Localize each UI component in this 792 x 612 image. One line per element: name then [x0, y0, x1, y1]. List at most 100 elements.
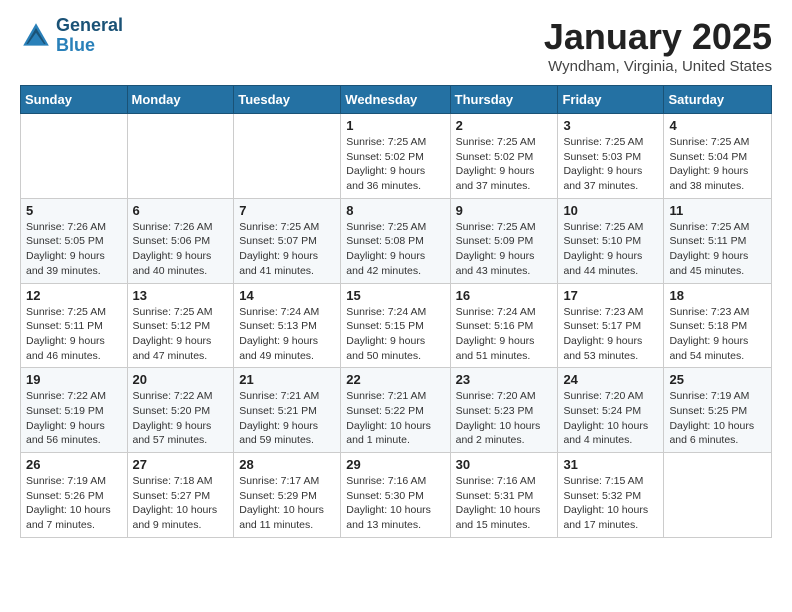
day-number: 15 — [346, 288, 444, 303]
day-number: 29 — [346, 457, 444, 472]
calendar-day-4: 4Sunrise: 7:25 AM Sunset: 5:04 PM Daylig… — [664, 114, 772, 199]
day-info: Sunrise: 7:16 AM Sunset: 5:31 PM Dayligh… — [456, 474, 553, 533]
calendar-day-11: 11 Sunrise: 7:25 AM Sunset: 5:11 PM Dayli… — [664, 198, 772, 283]
day-info: Sunrise: 7:24 AM Sunset: 5:15 PM Dayligh… — [346, 305, 444, 364]
day-info: Sunrise: 7:25 AM Sunset: 5:08 PM Dayligh… — [346, 220, 444, 279]
calendar-empty — [127, 114, 234, 199]
calendar-day-23: 23Sunrise: 7:20 AM Sunset: 5:23 PM Dayli… — [450, 368, 558, 453]
day-number: 4 — [669, 118, 766, 133]
weekday-header-saturday: Saturday — [664, 86, 772, 114]
day-info: Sunrise: 7:19 AM Sunset: 5:26 PM Dayligh… — [26, 474, 122, 533]
day-info: Sunrise: 7:24 AM Sunset: 5:16 PM Dayligh… — [456, 305, 553, 364]
calendar-empty — [21, 114, 128, 199]
day-number: 2 — [456, 118, 553, 133]
day-number: 13 — [133, 288, 229, 303]
location: Wyndham, Virginia, United States — [544, 58, 772, 75]
calendar-day-1: 1 Sunrise: 7:25 AM Sunset: 5:02 PM Daylig… — [341, 114, 450, 199]
calendar-week-row: 5Sunrise: 7:26 AM Sunset: 5:05 PM Daylig… — [21, 198, 772, 283]
day-info: Sunrise: 7:25 AM Sunset: 5:09 PM Dayligh… — [456, 220, 553, 279]
day-number: 1 — [346, 118, 444, 133]
day-number: 20 — [133, 372, 229, 387]
weekday-header-friday: Friday — [558, 86, 664, 114]
day-info: Sunrise: 7:25 AM Sunset: 5:03 PM Dayligh… — [563, 135, 658, 194]
page-header: General Blue January 2025 Wyndham, Virgi… — [20, 16, 772, 75]
day-number: 17 — [563, 288, 658, 303]
calendar-day-31: 31Sunrise: 7:15 AM Sunset: 5:32 PM Dayli… — [558, 453, 664, 538]
day-info: Sunrise: 7:23 AM Sunset: 5:17 PM Dayligh… — [563, 305, 658, 364]
day-info: Sunrise: 7:20 AM Sunset: 5:24 PM Dayligh… — [563, 389, 658, 448]
calendar-day-15: 15 Sunrise: 7:24 AM Sunset: 5:15 PM Dayli… — [341, 283, 450, 368]
day-info: Sunrise: 7:26 AM Sunset: 5:06 PM Dayligh… — [133, 220, 229, 279]
day-info: Sunrise: 7:24 AM Sunset: 5:13 PM Dayligh… — [239, 305, 335, 364]
day-info: Sunrise: 7:25 AM Sunset: 5:12 PM Dayligh… — [133, 305, 229, 364]
day-info: Sunrise: 7:15 AM Sunset: 5:32 PM Dayligh… — [563, 474, 658, 533]
day-number: 21 — [239, 372, 335, 387]
day-number: 8 — [346, 203, 444, 218]
calendar-week-row: 26Sunrise: 7:19 AM Sunset: 5:26 PM Dayli… — [21, 453, 772, 538]
calendar-day-30: 30 Sunrise: 7:16 AM Sunset: 5:31 PM Dayli… — [450, 453, 558, 538]
logo-text: General Blue — [56, 16, 123, 56]
day-number: 22 — [346, 372, 444, 387]
day-info: Sunrise: 7:16 AM Sunset: 5:30 PM Dayligh… — [346, 474, 444, 533]
calendar-week-row: 1 Sunrise: 7:25 AM Sunset: 5:02 PM Daylig… — [21, 114, 772, 199]
day-number: 10 — [563, 203, 658, 218]
calendar-day-13: 13 Sunrise: 7:25 AM Sunset: 5:12 PM Dayli… — [127, 283, 234, 368]
calendar-day-22: 22 Sunrise: 7:21 AM Sunset: 5:22 PM Dayli… — [341, 368, 450, 453]
weekday-header-monday: Monday — [127, 86, 234, 114]
day-info: Sunrise: 7:22 AM Sunset: 5:20 PM Dayligh… — [133, 389, 229, 448]
day-info: Sunrise: 7:23 AM Sunset: 5:18 PM Dayligh… — [669, 305, 766, 364]
day-number: 11 — [669, 203, 766, 218]
calendar-day-6: 6 Sunrise: 7:26 AM Sunset: 5:06 PM Daylig… — [127, 198, 234, 283]
day-number: 25 — [669, 372, 766, 387]
day-info: Sunrise: 7:26 AM Sunset: 5:05 PM Dayligh… — [26, 220, 122, 279]
day-info: Sunrise: 7:25 AM Sunset: 5:02 PM Dayligh… — [346, 135, 444, 194]
calendar-day-5: 5Sunrise: 7:26 AM Sunset: 5:05 PM Daylig… — [21, 198, 128, 283]
day-number: 23 — [456, 372, 553, 387]
day-number: 9 — [456, 203, 553, 218]
calendar-day-29: 29 Sunrise: 7:16 AM Sunset: 5:30 PM Dayli… — [341, 453, 450, 538]
weekday-header-sunday: Sunday — [21, 86, 128, 114]
logo-icon — [20, 20, 52, 52]
day-number: 12 — [26, 288, 122, 303]
day-number: 16 — [456, 288, 553, 303]
day-info: Sunrise: 7:21 AM Sunset: 5:21 PM Dayligh… — [239, 389, 335, 448]
calendar-week-row: 12 Sunrise: 7:25 AM Sunset: 5:11 PM Dayli… — [21, 283, 772, 368]
calendar-day-21: 21 Sunrise: 7:21 AM Sunset: 5:21 PM Dayli… — [234, 368, 341, 453]
day-number: 3 — [563, 118, 658, 133]
title-section: January 2025 Wyndham, Virginia, United S… — [544, 16, 772, 75]
day-info: Sunrise: 7:25 AM Sunset: 5:11 PM Dayligh… — [26, 305, 122, 364]
day-info: Sunrise: 7:25 AM Sunset: 5:02 PM Dayligh… — [456, 135, 553, 194]
calendar-day-27: 27Sunrise: 7:18 AM Sunset: 5:27 PM Dayli… — [127, 453, 234, 538]
calendar-day-3: 3 Sunrise: 7:25 AM Sunset: 5:03 PM Daylig… — [558, 114, 664, 199]
calendar-day-25: 25 Sunrise: 7:19 AM Sunset: 5:25 PM Dayli… — [664, 368, 772, 453]
day-info: Sunrise: 7:19 AM Sunset: 5:25 PM Dayligh… — [669, 389, 766, 448]
calendar-day-12: 12 Sunrise: 7:25 AM Sunset: 5:11 PM Dayli… — [21, 283, 128, 368]
day-number: 24 — [563, 372, 658, 387]
calendar-header-row: SundayMondayTuesdayWednesdayThursdayFrid… — [21, 86, 772, 114]
day-number: 19 — [26, 372, 122, 387]
day-info: Sunrise: 7:25 AM Sunset: 5:11 PM Dayligh… — [669, 220, 766, 279]
logo: General Blue — [20, 16, 123, 56]
weekday-header-thursday: Thursday — [450, 86, 558, 114]
calendar-table: SundayMondayTuesdayWednesdayThursdayFrid… — [20, 85, 772, 538]
calendar-week-row: 19Sunrise: 7:22 AM Sunset: 5:19 PM Dayli… — [21, 368, 772, 453]
weekday-header-wednesday: Wednesday — [341, 86, 450, 114]
calendar-day-7: 7Sunrise: 7:25 AM Sunset: 5:07 PM Daylig… — [234, 198, 341, 283]
calendar-day-24: 24 Sunrise: 7:20 AM Sunset: 5:24 PM Dayli… — [558, 368, 664, 453]
calendar-day-19: 19Sunrise: 7:22 AM Sunset: 5:19 PM Dayli… — [21, 368, 128, 453]
weekday-header-tuesday: Tuesday — [234, 86, 341, 114]
calendar-day-9: 9 Sunrise: 7:25 AM Sunset: 5:09 PM Daylig… — [450, 198, 558, 283]
calendar-empty — [234, 114, 341, 199]
day-number: 30 — [456, 457, 553, 472]
calendar-day-18: 18Sunrise: 7:23 AM Sunset: 5:18 PM Dayli… — [664, 283, 772, 368]
day-info: Sunrise: 7:25 AM Sunset: 5:10 PM Dayligh… — [563, 220, 658, 279]
calendar-day-10: 10 Sunrise: 7:25 AM Sunset: 5:10 PM Dayli… — [558, 198, 664, 283]
day-number: 7 — [239, 203, 335, 218]
day-info: Sunrise: 7:21 AM Sunset: 5:22 PM Dayligh… — [346, 389, 444, 448]
calendar-day-17: 17 Sunrise: 7:23 AM Sunset: 5:17 PM Dayli… — [558, 283, 664, 368]
month-title: January 2025 — [544, 16, 772, 58]
day-number: 28 — [239, 457, 335, 472]
day-number: 6 — [133, 203, 229, 218]
calendar-day-16: 16 Sunrise: 7:24 AM Sunset: 5:16 PM Dayli… — [450, 283, 558, 368]
day-number: 27 — [133, 457, 229, 472]
